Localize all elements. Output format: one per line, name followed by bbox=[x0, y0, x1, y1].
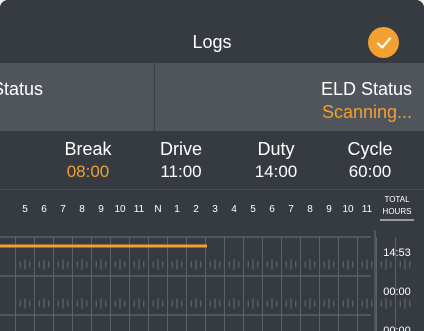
eld-status-value: Scanning... bbox=[321, 102, 412, 122]
timer-label: Drive bbox=[159, 139, 202, 159]
timer-label: Duty bbox=[257, 139, 295, 159]
log-grid[interactable]: 5 6 7 8 9 10 11 N 1 2 3 4 5 6 7 8 9 10 11 TOTAL HOURS 14:53 00… bbox=[0, 189, 424, 331]
hour-label: 10 bbox=[342, 204, 354, 215]
break-timer: Break 08:00 bbox=[48, 139, 128, 182]
duty-timer: Duty 14:00 bbox=[236, 139, 316, 182]
row-total-hours: 00:00 bbox=[383, 286, 411, 298]
hour-label: 10 bbox=[114, 204, 126, 215]
log-grid-svg: 5 6 7 8 9 10 11 N 1 2 3 4 5 6 7 8 9 10 11 TOTAL HOURS 14:53 00… bbox=[0, 195, 414, 331]
hour-label: 6 bbox=[269, 204, 275, 215]
hour-label: 5 bbox=[250, 204, 256, 215]
checkmark-icon bbox=[376, 36, 391, 49]
timer-label: Break bbox=[64, 139, 112, 159]
hour-label: 11 bbox=[362, 204, 373, 215]
hour-label: 6 bbox=[41, 204, 47, 215]
status-label: Status bbox=[0, 79, 44, 99]
timer-value: 08:00 bbox=[66, 162, 110, 181]
drive-timer: Drive 11:00 bbox=[141, 139, 221, 182]
confirm-button[interactable] bbox=[368, 27, 399, 58]
hour-label: 11 bbox=[134, 204, 145, 215]
row-total-hours: 00:00 bbox=[383, 325, 411, 331]
hour-label: 1 bbox=[174, 204, 180, 215]
hour-label: 5 bbox=[22, 204, 28, 215]
hours-of-service-timers: Break 08:00 Drive 11:00 Duty 14:00 Cycle… bbox=[0, 131, 424, 189]
logs-screen: Logs Status ELD Status Scanning... Break… bbox=[0, 0, 424, 331]
timer-label: Cycle bbox=[347, 139, 393, 159]
hour-label: 8 bbox=[79, 204, 85, 215]
total-hours-header: HOURS bbox=[383, 207, 412, 216]
page-title: Logs bbox=[192, 32, 232, 52]
cycle-timer: Cycle 60:00 bbox=[330, 139, 410, 182]
hour-label: 7 bbox=[288, 204, 294, 215]
hour-label: 9 bbox=[326, 204, 332, 215]
status-divider bbox=[154, 63, 155, 131]
timer-value: 14:00 bbox=[254, 162, 298, 181]
hour-label: 8 bbox=[307, 204, 313, 215]
row-total-hours: 14:53 bbox=[383, 247, 411, 259]
hour-label: 3 bbox=[212, 204, 218, 215]
hour-label: 7 bbox=[60, 204, 66, 215]
status-row: Status ELD Status Scanning... bbox=[0, 63, 424, 131]
hour-label: 4 bbox=[231, 204, 237, 215]
total-hours-header: TOTAL bbox=[384, 195, 410, 204]
eld-status-label: ELD Status bbox=[320, 79, 412, 99]
hour-label: 9 bbox=[98, 204, 104, 215]
timer-value: 11:00 bbox=[160, 162, 202, 181]
timer-value: 60:00 bbox=[348, 162, 392, 181]
hour-label: 2 bbox=[193, 204, 199, 215]
hour-label: N bbox=[154, 204, 161, 215]
